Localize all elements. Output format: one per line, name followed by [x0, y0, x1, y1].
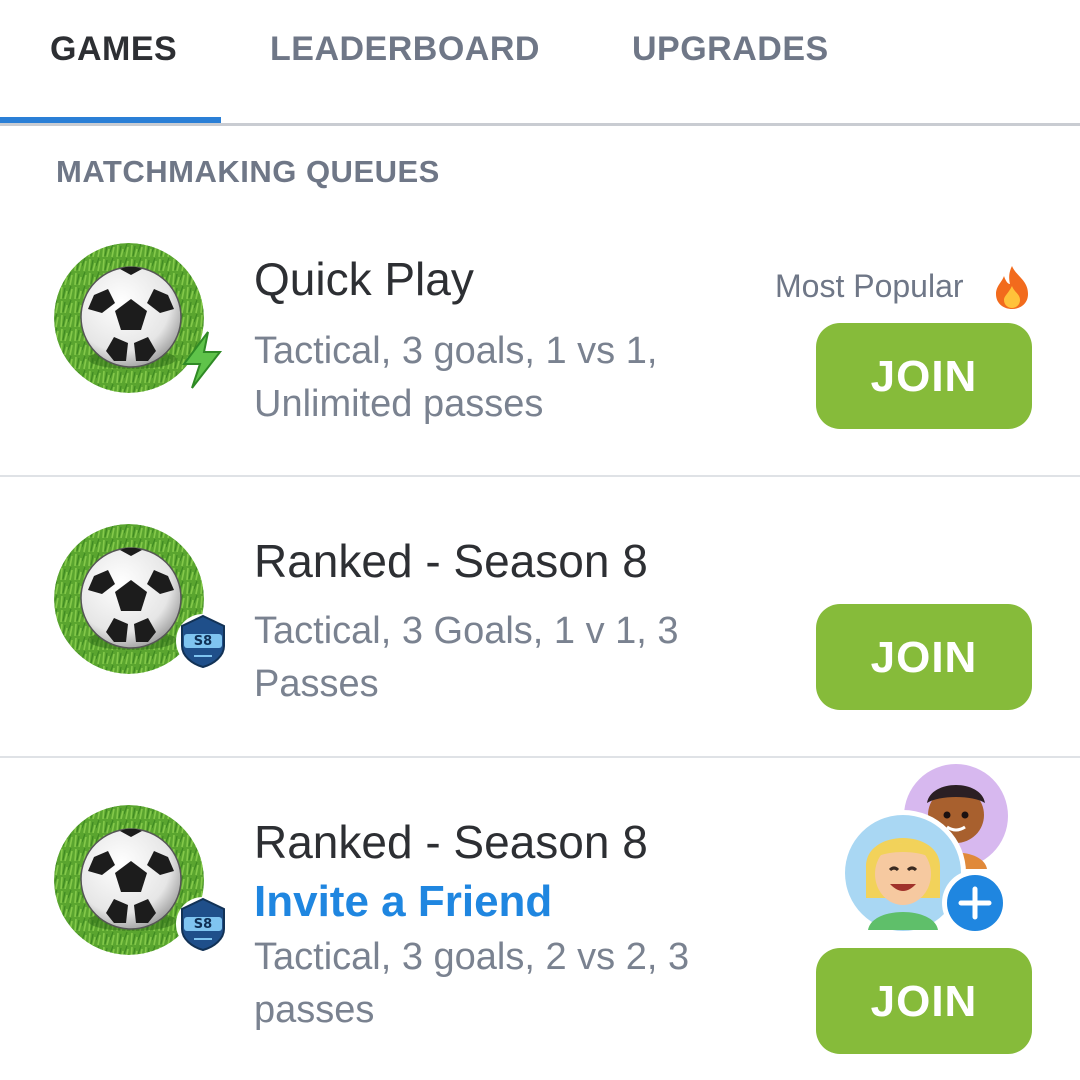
- row-divider: [0, 756, 1080, 758]
- season-8-badge-icon: S8: [176, 614, 230, 669]
- tab-upgrades[interactable]: UPGRADES: [632, 30, 829, 69]
- season-8-badge-icon: S8: [176, 897, 230, 952]
- season-badge-text: S8: [194, 634, 212, 649]
- row-divider: [0, 475, 1080, 477]
- add-friend-icon[interactable]: [940, 868, 1010, 938]
- tab-bar: GAMES LEADERBOARD UPGRADES: [0, 0, 1080, 126]
- queue-title: Ranked - Season 8: [254, 816, 648, 868]
- section-title: MATCHMAKING QUEUES: [56, 154, 440, 189]
- fire-icon: [996, 266, 1028, 309]
- most-popular-label: Most Popular: [775, 268, 964, 304]
- join-ranked-button[interactable]: JOIN: [816, 604, 1032, 710]
- queue-title: Ranked - Season 8: [254, 535, 648, 587]
- queue-description: Tactical, 3 goals, 2 vs 2, 3 passes: [254, 936, 690, 1031]
- queue-description: Tactical, 3 Goals, 1 v 1, 3 Passes: [254, 610, 679, 705]
- active-tab-indicator: [0, 117, 221, 123]
- season-badge-text: S8: [194, 917, 212, 932]
- queue-title: Quick Play: [254, 253, 474, 305]
- queue-description: Tactical, 3 goals, 1 vs 1, Unlimited pas…: [254, 330, 658, 425]
- join-ranked-invite-button[interactable]: JOIN: [816, 948, 1032, 1054]
- lightning-icon: [182, 331, 223, 389]
- most-popular-tag: Most Popular: [775, 268, 964, 305]
- invite-friend-link[interactable]: Invite a Friend: [254, 877, 552, 927]
- tab-games[interactable]: GAMES: [50, 30, 177, 69]
- tab-leaderboard[interactable]: LEADERBOARD: [270, 30, 540, 69]
- join-quick-play-button[interactable]: JOIN: [816, 323, 1032, 429]
